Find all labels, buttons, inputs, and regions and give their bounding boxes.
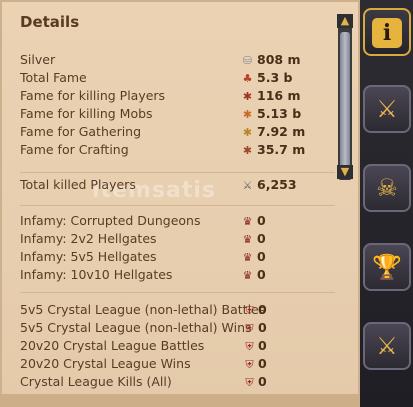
crystal-shield-icon: ⛨	[245, 358, 254, 371]
crossed-swords-icon: ⚔	[242, 179, 253, 192]
crystal-shield-icon: ⛨	[245, 376, 254, 389]
stat-row: Fame for Gathering ✱ 7.92 m	[20, 124, 340, 142]
stat-value: 0	[257, 213, 266, 228]
silver-icon: ⛁	[242, 54, 253, 67]
stat-row: 20v20 Crystal League Battles ⛨ 0	[20, 338, 340, 356]
stat-label: Total killed Players	[20, 177, 136, 192]
stat-value: 5.3 b	[257, 70, 293, 85]
infamy-icon: ♛	[242, 215, 253, 228]
tab-combat[interactable]: ⚔	[363, 85, 411, 133]
pvp-fame-icon: ✱	[242, 90, 253, 103]
infamy-icon: ♛	[242, 233, 253, 246]
stat-value: 0	[258, 338, 267, 353]
tab-details[interactable]: i	[363, 8, 411, 56]
stat-label: Fame for Gathering	[20, 124, 142, 139]
crystal-shield-icon: ⛨	[245, 322, 254, 335]
crystal-shield-icon: ⛨	[245, 340, 254, 353]
guild-war-icon: ⚔	[376, 332, 398, 360]
gathering-fame-icon: ✱	[242, 126, 253, 139]
stat-label: Fame for killing Mobs	[20, 106, 153, 121]
stat-label: 20v20 Crystal League Wins	[20, 356, 191, 371]
panel-bottom-edge	[0, 394, 360, 407]
stat-label: Infamy: 5v5 Hellgates	[20, 249, 157, 264]
stat-value: 808 m	[257, 52, 301, 67]
stat-row: 5v5 Crystal League (non-lethal) Battles ⛨…	[20, 302, 340, 320]
crystal-shield-icon: ⛨	[245, 304, 254, 317]
stat-row: Infamy: 10v10 Hellgates ♛ 0	[20, 267, 340, 285]
stat-row: Silver ⛁ 808 m	[20, 52, 340, 70]
stat-row: Infamy: Corrupted Dungeons ♛ 0	[20, 213, 340, 231]
tab-guild-war[interactable]: ⚔	[363, 322, 411, 370]
skull-icon: ☠	[376, 174, 398, 202]
stat-value: 35.7 m	[257, 142, 306, 157]
divider	[20, 292, 335, 293]
stat-value: 0	[258, 320, 267, 335]
stat-value: 5.13 b	[257, 106, 302, 121]
stat-label: 5v5 Crystal League (non-lethal) Battles	[20, 302, 266, 317]
infamy-icon: ♛	[242, 251, 253, 264]
panel-title: Details	[20, 13, 80, 31]
fame-icon: ♣	[242, 72, 253, 85]
stat-label: Total Fame	[20, 70, 87, 85]
stat-label: Silver	[20, 52, 56, 67]
stat-row: 5v5 Crystal League (non-lethal) Wins ⛨ 0	[20, 320, 340, 338]
stat-label: 5v5 Crystal League (non-lethal) Wins	[20, 320, 252, 335]
pve-fame-icon: ✱	[242, 108, 253, 121]
stat-label: Infamy: Corrupted Dungeons	[20, 213, 201, 228]
crafting-fame-icon: ✱	[242, 144, 253, 157]
stat-row: Total Fame ♣ 5.3 b	[20, 70, 340, 88]
stat-value: 0	[257, 267, 266, 282]
stat-value: 116 m	[257, 88, 301, 103]
details-panel: Details itemsatis Silver ⛁ 808 m Total Fame…	[0, 0, 360, 407]
divider	[20, 172, 335, 173]
stat-value: 0	[257, 249, 266, 264]
stat-value: 0	[258, 356, 267, 371]
stat-row: Infamy: 2v2 Hellgates ♛ 0	[20, 231, 340, 249]
tab-kills[interactable]: ☠	[363, 164, 411, 212]
stat-row: Fame for Crafting ✱ 35.7 m	[20, 142, 340, 160]
tab-achievements[interactable]: 🏆	[363, 243, 411, 291]
stat-label: Fame for killing Players	[20, 88, 166, 103]
stat-value: 6,253	[257, 177, 297, 192]
stat-value: 0	[257, 231, 266, 246]
stat-value: 7.92 m	[257, 124, 306, 139]
infamy-icon: ♛	[242, 269, 253, 282]
stat-label: Infamy: 2v2 Hellgates	[20, 231, 157, 246]
stat-row: Crystal League Kills (All) ⛨ 0	[20, 374, 340, 392]
stat-row: Infamy: 5v5 Hellgates ♛ 0	[20, 249, 340, 267]
scroll-down-arrow-icon[interactable]: ▼	[337, 165, 353, 179]
stat-row: 20v20 Crystal League Wins ⛨ 0	[20, 356, 340, 374]
trophy-icon: 🏆	[372, 253, 402, 281]
stat-value: 0	[258, 302, 267, 317]
scroll-up-arrow-icon[interactable]: ▲	[337, 14, 353, 28]
stat-label: Infamy: 10v10 Hellgates	[20, 267, 173, 282]
stat-row: Fame for killing Mobs ✱ 5.13 b	[20, 106, 340, 124]
stat-row: Fame for killing Players ✱ 116 m	[20, 88, 340, 106]
info-icon: i	[372, 18, 402, 48]
divider	[20, 205, 335, 206]
stat-label: 20v20 Crystal League Battles	[20, 338, 205, 353]
stat-value: 0	[258, 374, 267, 389]
crossed-swords-icon: ⚔	[376, 95, 398, 123]
stat-row: Total killed Players ⚔ 6,253	[20, 177, 340, 195]
scrollbar-thumb[interactable]	[340, 32, 350, 170]
stat-label: Crystal League Kills (All)	[20, 374, 172, 389]
stat-label: Fame for Crafting	[20, 142, 129, 157]
